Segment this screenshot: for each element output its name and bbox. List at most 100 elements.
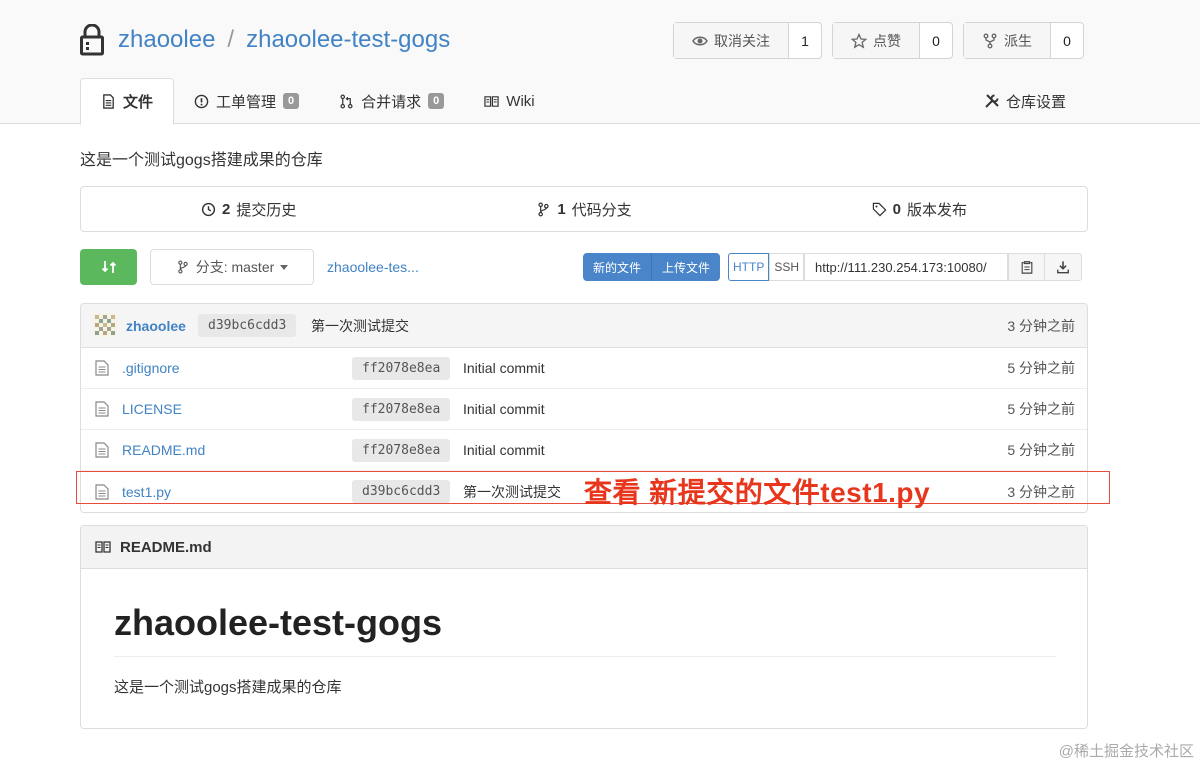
file-commit-message[interactable]: Initial commit <box>463 442 545 458</box>
issue-icon <box>194 94 209 108</box>
file-commit-sha[interactable]: ff2078e8ea <box>352 356 451 380</box>
file-action-buttons: 新的文件 上传文件 <box>583 253 721 281</box>
branch-icon <box>177 260 188 274</box>
file-commit-message[interactable]: Initial commit <box>463 360 545 376</box>
file-commit-time: 5 分钟之前 <box>1007 442 1075 458</box>
readme-body: 这是一个测试gogs搭建成果的仓库 <box>114 679 342 696</box>
watch-count[interactable]: 1 <box>789 23 821 58</box>
repo-description: 这是一个测试gogs搭建成果的仓库 <box>80 152 323 169</box>
star-label: 点赞 <box>873 32 901 49</box>
commits-label: 提交历史 <box>236 201 297 219</box>
fork-count[interactable]: 0 <box>1051 23 1083 58</box>
fork-icon <box>983 33 997 48</box>
upload-file-button[interactable]: 上传文件 <box>651 253 721 281</box>
repo-owner-link[interactable]: zhaoolee <box>118 26 215 54</box>
caret-down-icon <box>280 264 289 270</box>
file-toolbar: 分支: master zhaoolee-tes... 新的文件 上传文件 HTT… <box>80 249 1088 285</box>
tag-icon <box>872 202 887 216</box>
readme-filename: README.md <box>120 538 212 556</box>
repo-title: zhaoolee / zhaoolee-test-gogs <box>80 22 450 58</box>
file-icon <box>95 401 109 417</box>
file-commit-sha[interactable]: ff2078e8ea <box>352 397 451 421</box>
tab-wiki[interactable]: Wiki <box>464 78 554 124</box>
tab-settings-label: 仓库设置 <box>1005 93 1066 111</box>
history-icon <box>201 202 216 216</box>
download-button[interactable] <box>1045 253 1083 281</box>
star-icon <box>851 32 867 49</box>
lock-icon <box>80 24 104 56</box>
file-name-link[interactable]: README.md <box>122 442 205 458</box>
branches-label: 代码分支 <box>571 201 632 219</box>
releases-count: 0 <box>892 200 901 218</box>
commit-time: 3 分钟之前 <box>1007 317 1075 334</box>
issues-count-badge: 0 <box>283 93 300 109</box>
file-commit-time: 5 分钟之前 <box>1007 360 1075 376</box>
compare-button[interactable] <box>80 249 137 285</box>
branches-count: 1 <box>557 200 566 218</box>
repo-actions: 取消关注 1 点赞 0 派生 0 <box>673 22 1084 59</box>
file-text-icon <box>103 94 114 109</box>
tab-issues[interactable]: 工单管理 0 <box>174 78 319 124</box>
repo-header: zhaoolee / zhaoolee-test-gogs 取消关注 1 点赞 … <box>0 0 1200 125</box>
clone-panel: HTTP SSH http://111.230.254.173:10080/ <box>728 253 1083 281</box>
repo-name-link[interactable]: zhaoolee-test-gogs <box>246 26 450 54</box>
tab-wiki-label: Wiki <box>506 92 535 110</box>
readme-panel: README.md zhaoolee-test-gogs 这是一个测试gogs搭… <box>80 525 1088 729</box>
tab-issues-label: 工单管理 <box>216 93 277 111</box>
tab-files[interactable]: 文件 <box>80 78 175 125</box>
file-name-link[interactable]: .gitignore <box>122 360 180 376</box>
copy-url-button[interactable] <box>1008 253 1046 281</box>
watch-button[interactable]: 取消关注 1 <box>673 22 822 59</box>
watch-label: 取消关注 <box>714 32 770 49</box>
readme-divider <box>114 656 1056 657</box>
branches-stat[interactable]: 1 代码分支 <box>416 187 751 231</box>
star-count[interactable]: 0 <box>920 23 952 58</box>
file-name-link[interactable]: LICENSE <box>122 401 182 417</box>
avatar[interactable] <box>93 313 117 337</box>
repo-stats-bar: 2 提交历史 1 代码分支 0 版本发布 <box>80 186 1088 232</box>
repo-tabs: 文件 工单管理 0 合并请求 0 Wiki <box>80 78 555 125</box>
tab-files-label: 文件 <box>123 94 154 111</box>
file-commit-sha[interactable]: ff2078e8ea <box>352 438 451 462</box>
file-row: .gitignore ff2078e8ea Initial commit 5 分… <box>81 348 1087 389</box>
commit-sha-link[interactable]: d39bc6cdd3 <box>198 314 297 337</box>
pulls-count-badge: 0 <box>428 93 445 109</box>
clone-url-field[interactable]: http://111.230.254.173:10080/ <box>804 253 1009 281</box>
book-icon <box>95 541 111 553</box>
readme-heading: zhaoolee-test-gogs <box>114 602 443 643</box>
path-separator: / <box>227 26 235 53</box>
download-icon <box>1057 261 1069 274</box>
releases-label: 版本发布 <box>906 201 967 219</box>
pull-request-icon <box>340 94 353 108</box>
releases-stat[interactable]: 0 版本发布 <box>752 187 1087 231</box>
ssh-toggle[interactable]: SSH <box>769 253 805 281</box>
file-row: LICENSE ff2078e8ea Initial commit 5 分钟之前 <box>81 389 1087 430</box>
breadcrumb[interactable]: zhaoolee-tes... <box>327 249 419 285</box>
watermark: @稀土掘金技术社区 <box>1058 743 1194 760</box>
clipboard-icon <box>1021 261 1032 274</box>
commits-stat[interactable]: 2 提交历史 <box>81 187 416 231</box>
branch-label: 分支: master <box>195 259 275 275</box>
fork-button[interactable]: 派生 0 <box>963 22 1084 59</box>
file-commit-message[interactable]: Initial commit <box>463 401 545 417</box>
new-file-button[interactable]: 新的文件 <box>583 253 652 281</box>
tab-pull-requests[interactable]: 合并请求 0 <box>319 78 464 124</box>
branch-icon <box>538 202 549 216</box>
eye-icon <box>692 36 708 45</box>
star-button[interactable]: 点赞 0 <box>832 22 953 59</box>
annotation-text: 查看 新提交的文件test1.py <box>584 477 931 508</box>
commit-message: 第一次测试提交 <box>311 317 409 334</box>
fork-label: 派生 <box>1004 32 1032 49</box>
file-icon <box>95 360 109 376</box>
tools-icon <box>985 94 999 108</box>
commit-author-link[interactable]: zhaoolee <box>126 318 186 334</box>
latest-commit-row: zhaoolee d39bc6cdd3 第一次测试提交 3 分钟之前 <box>81 304 1087 348</box>
http-toggle[interactable]: HTTP <box>728 253 770 281</box>
branch-selector[interactable]: 分支: master <box>150 249 314 285</box>
tab-pulls-label: 合并请求 <box>361 93 422 111</box>
sync-icon <box>101 261 116 273</box>
book-icon <box>484 95 499 107</box>
commits-count: 2 <box>221 200 231 218</box>
readme-header: README.md <box>81 526 1087 569</box>
tab-settings[interactable]: 仓库设置 <box>984 78 1066 124</box>
